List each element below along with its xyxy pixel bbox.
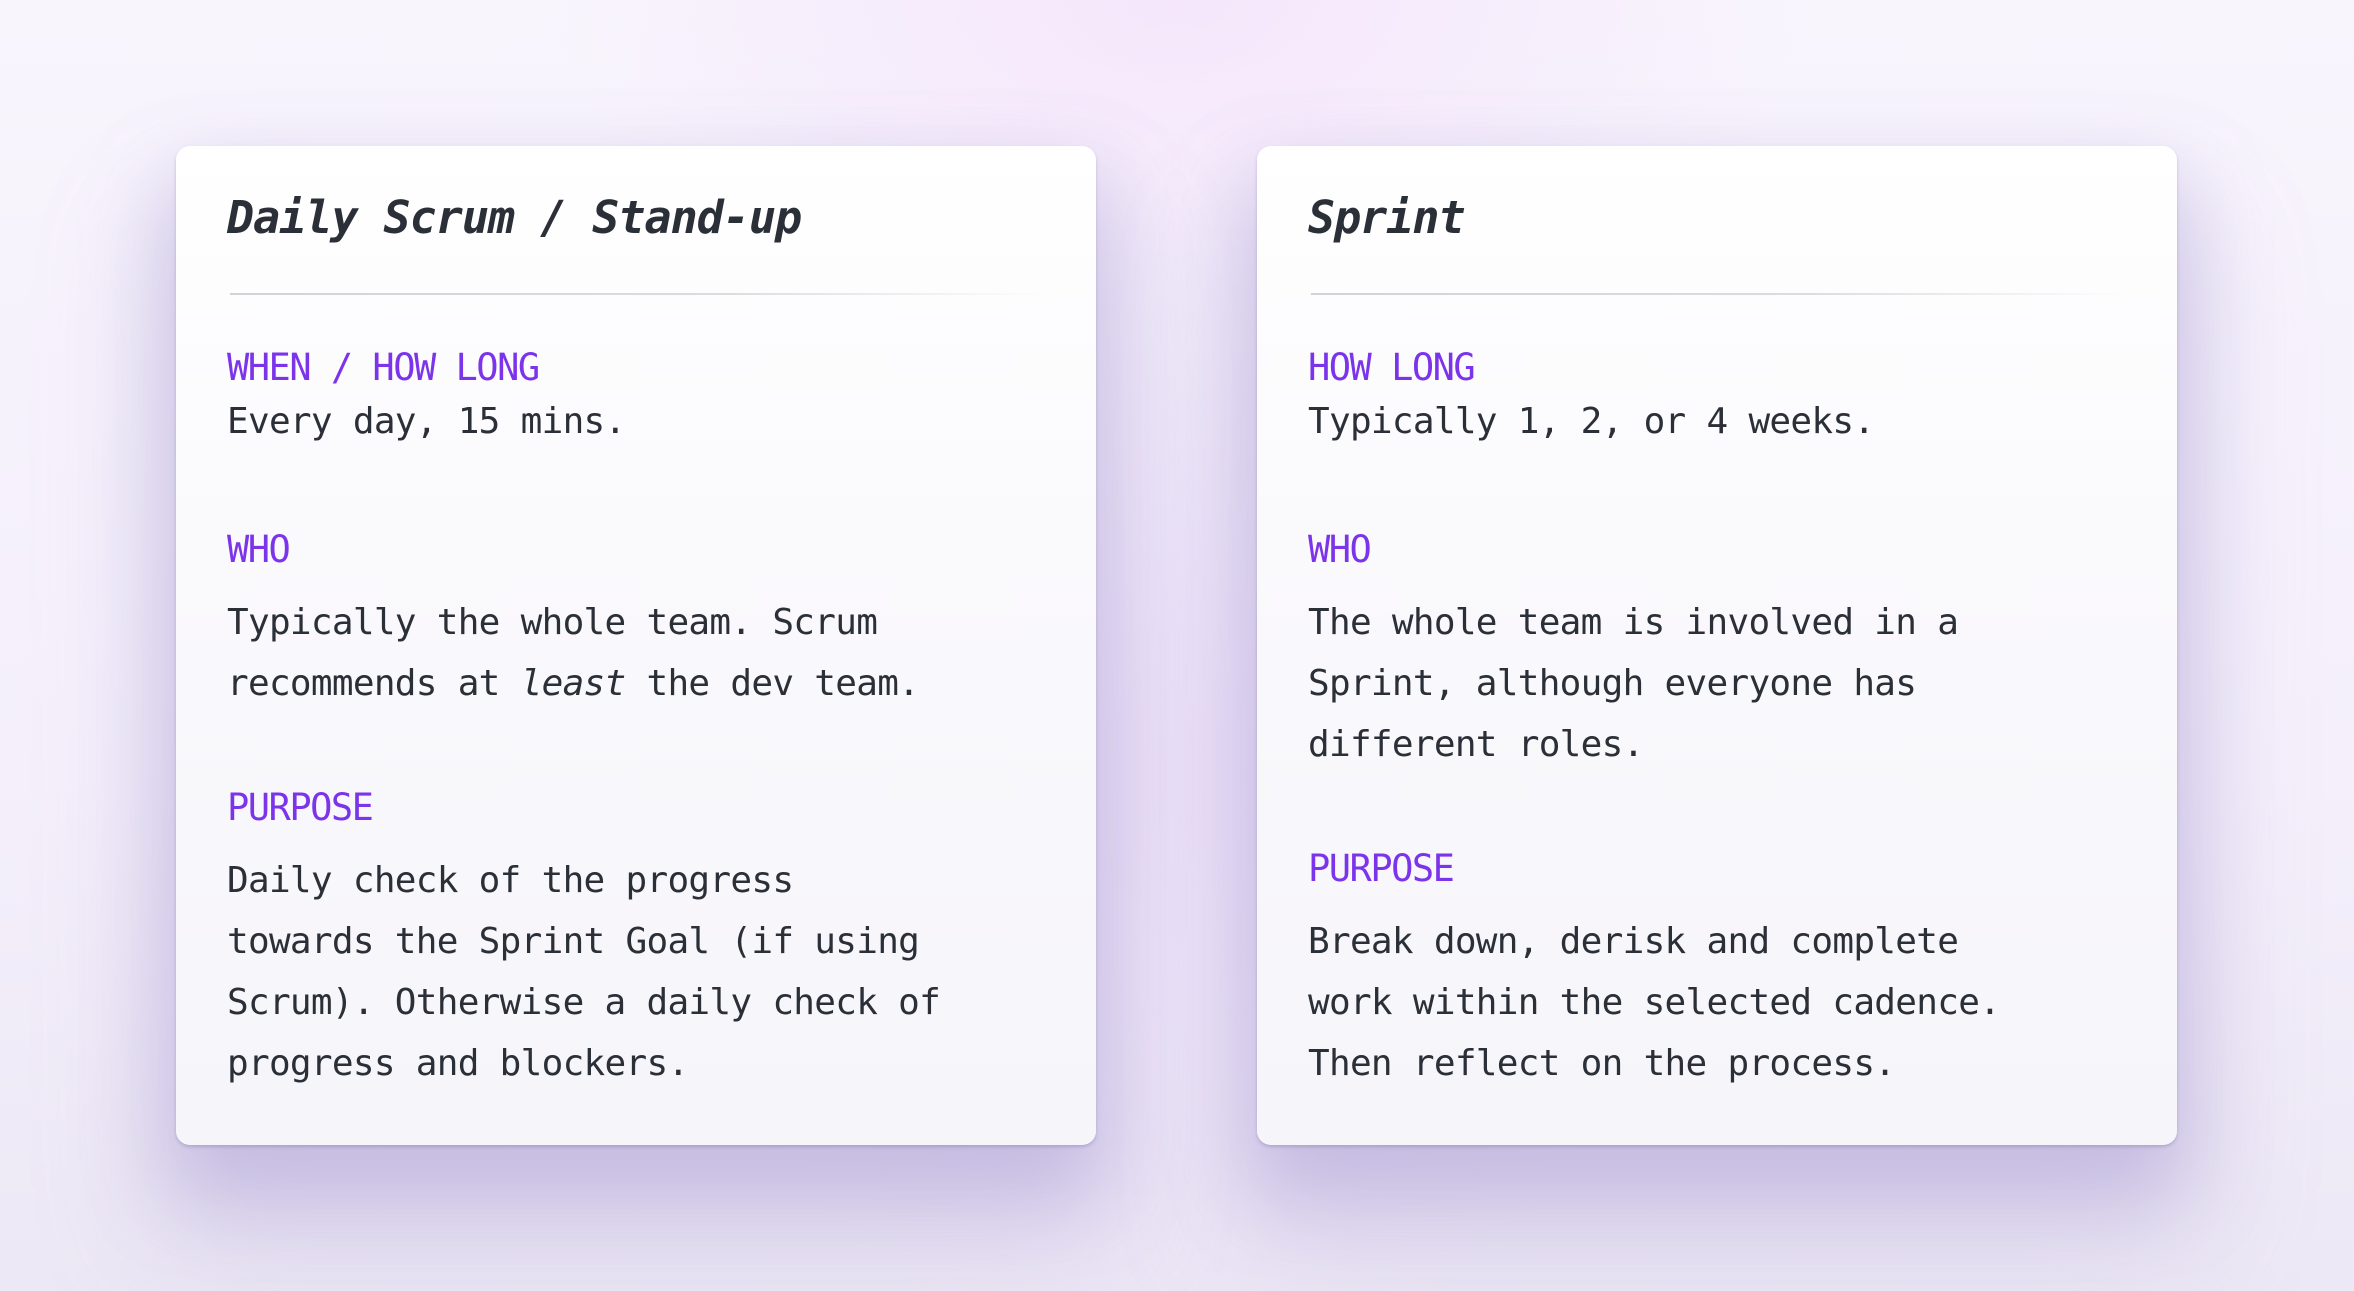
section-text: Break down, derisk and complete work wit… xyxy=(1308,921,2001,1084)
text-part: the dev team. xyxy=(625,663,920,704)
section-who: WHO The whole team is involved in a Spri… xyxy=(1308,528,2137,775)
section-text: Typically 1, 2, or 4 weeks. xyxy=(1308,401,1875,442)
section-purpose: PURPOSE Daily check of the progress towa… xyxy=(227,786,1056,1094)
section-label: PURPOSE xyxy=(1308,847,1455,890)
emphasized-word: least xyxy=(520,663,627,704)
title-divider xyxy=(1311,293,2127,295)
card-daily-scrum: Daily Scrum / Stand-up WHEN / HOW LONG E… xyxy=(176,146,1096,1145)
card-title: Sprint xyxy=(1308,191,1466,244)
section-text: Daily check of the progress towards the … xyxy=(227,860,941,1084)
section-text: The whole team is involved in a Sprint, … xyxy=(1308,602,1959,765)
section-label: WHO xyxy=(1308,528,1372,571)
section-text: Typically the whole team. Scrum recommen… xyxy=(227,592,1056,714)
section-label: WHEN / HOW LONG xyxy=(227,346,540,389)
section-who: WHO Typically the whole team. Scrum reco… xyxy=(227,528,1056,714)
section-text: Every day, 15 mins. xyxy=(227,401,626,442)
section-label: HOW LONG xyxy=(1308,346,1476,389)
section-how-long: HOW LONG Typically 1, 2, or 4 weeks. xyxy=(1308,346,2137,444)
card-sprint: Sprint HOW LONG Typically 1, 2, or 4 wee… xyxy=(1257,146,2177,1145)
card-title: Daily Scrum / Stand-up xyxy=(227,191,802,244)
section-label: WHO xyxy=(227,528,291,571)
section-when-how-long: WHEN / HOW LONG Every day, 15 mins. xyxy=(227,346,1056,444)
section-label: PURPOSE xyxy=(227,786,374,829)
title-divider xyxy=(230,293,1046,295)
section-purpose: PURPOSE Break down, derisk and complete … xyxy=(1308,847,2137,1094)
